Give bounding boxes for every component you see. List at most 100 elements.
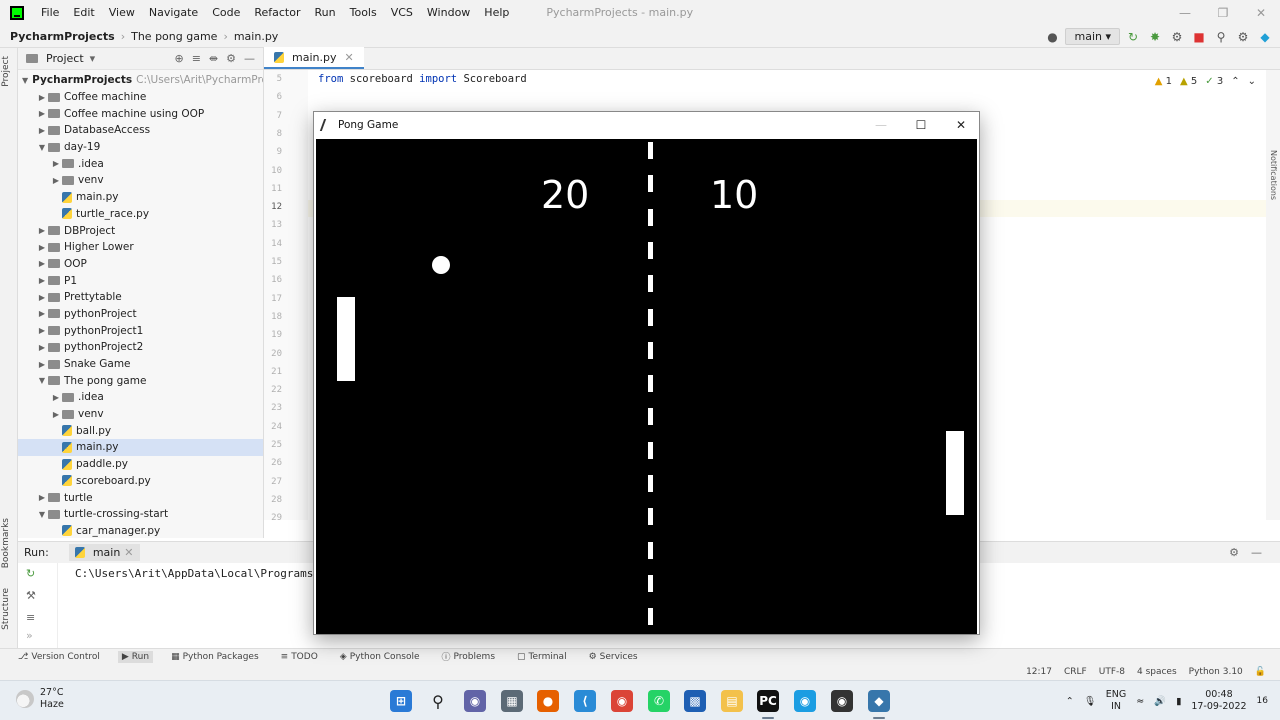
- obs-icon[interactable]: ◉: [831, 690, 853, 712]
- python-icon[interactable]: ◆: [868, 690, 890, 712]
- project-tool-label[interactable]: Project: [1, 56, 11, 87]
- menu-view[interactable]: View: [102, 6, 142, 19]
- menu-help[interactable]: Help: [477, 6, 516, 19]
- tree-item[interactable]: ▶ DBProject: [18, 222, 263, 239]
- menu-tools[interactable]: Tools: [343, 6, 384, 19]
- tree-item[interactable]: ▶ pythonProject1: [18, 322, 263, 339]
- microphone-icon[interactable]: 🎙: [1084, 696, 1096, 707]
- tree-item[interactable]: ▶ pythonProject: [18, 306, 263, 323]
- tree-item[interactable]: car_manager.py: [18, 523, 263, 538]
- menu-code[interactable]: Code: [205, 6, 247, 19]
- tool-problems[interactable]: ⓘ Problems: [438, 649, 500, 664]
- pong-canvas[interactable]: 20 10: [316, 139, 977, 634]
- tree-item[interactable]: ▼ day-19: [18, 139, 263, 156]
- chevron-right-icon[interactable]: ▶: [36, 93, 48, 102]
- chevron-right-icon[interactable]: ▶: [50, 159, 62, 168]
- minimize-icon[interactable]: —: [861, 112, 901, 137]
- chevron-right-icon[interactable]: ▶: [36, 126, 48, 135]
- chevron-right-icon[interactable]: ▶: [36, 243, 48, 252]
- chevron-down-icon[interactable]: ⌄: [1248, 76, 1256, 87]
- chevron-right-icon[interactable]: ▶: [36, 360, 48, 369]
- tree-item[interactable]: turtle_race.py: [18, 206, 263, 223]
- chevron-down-icon[interactable]: ▾: [90, 52, 96, 65]
- coverage-icon[interactable]: ⚙: [1168, 28, 1186, 46]
- locate-icon[interactable]: ⊕: [174, 52, 183, 65]
- minimize-icon[interactable]: —: [1166, 0, 1204, 25]
- search-icon[interactable]: ⚲: [1212, 28, 1230, 46]
- rerun-icon[interactable]: ↻: [1124, 28, 1142, 46]
- chevron-right-icon[interactable]: ▶: [50, 393, 62, 402]
- pycharm-icon[interactable]: PC: [757, 690, 779, 712]
- whatsapp-icon[interactable]: ✆: [648, 690, 670, 712]
- hide-icon[interactable]: —: [1251, 546, 1262, 559]
- tree-item[interactable]: ▶ OOP: [18, 256, 263, 273]
- close-icon[interactable]: ✕: [1242, 0, 1280, 25]
- notifications-tool-label[interactable]: Notifications: [1269, 150, 1278, 200]
- chevron-up-icon[interactable]: ⌃: [1066, 696, 1074, 707]
- tree-item[interactable]: ▼ turtle-crossing-start: [18, 506, 263, 523]
- tree-item[interactable]: ▶ DatabaseAccess: [18, 122, 263, 139]
- tool-run[interactable]: ▶ Run: [117, 650, 154, 663]
- menu-edit[interactable]: Edit: [66, 6, 101, 19]
- project-panel-title[interactable]: Project: [46, 52, 84, 65]
- weather-widget[interactable]: 27°C Haze: [16, 687, 64, 711]
- chevron-right-icon[interactable]: ▶: [36, 226, 48, 235]
- chevron-right-icon[interactable]: ▶: [36, 276, 48, 285]
- battery-icon[interactable]: ▮: [1176, 696, 1181, 707]
- clock[interactable]: 00:48 17-09-2022: [1191, 689, 1246, 713]
- volume-icon[interactable]: 🔊: [1154, 696, 1166, 707]
- bookmarks-tool-label[interactable]: Bookmarks: [1, 518, 11, 568]
- tool-python-packages[interactable]: ▦ Python Packages: [167, 651, 263, 663]
- tree-item[interactable]: main.py: [18, 439, 263, 456]
- chevron-right-icon[interactable]: ▶: [36, 259, 48, 268]
- pong-window[interactable]: Pong Game — ☐ ✕ 20 10: [313, 111, 980, 635]
- breadcrumb-file[interactable]: main.py: [228, 30, 284, 43]
- tree-item[interactable]: ▶ P1: [18, 272, 263, 289]
- tool-terminal[interactable]: ▢ Terminal: [513, 651, 571, 663]
- wrench-icon[interactable]: ⚒: [26, 589, 36, 602]
- language-indicator[interactable]: ENG IN: [1106, 689, 1126, 713]
- collapse-all-icon[interactable]: ⇼: [209, 52, 218, 65]
- chevron-right-icon[interactable]: ▶: [36, 493, 48, 502]
- edge-icon[interactable]: ◉: [794, 690, 816, 712]
- tree-item[interactable]: ▶ Coffee machine using OOP: [18, 105, 263, 122]
- tab-main-py[interactable]: main.py ✕: [264, 47, 364, 69]
- vscode-icon[interactable]: ⟨: [574, 690, 596, 712]
- rerun-icon[interactable]: ↻: [26, 567, 35, 580]
- start-icon[interactable]: ⊞: [390, 690, 412, 712]
- chevron-down-icon[interactable]: ▼: [36, 510, 48, 519]
- tree-item[interactable]: ▶ .idea: [18, 155, 263, 172]
- chevron-down-icon[interactable]: ▼: [36, 376, 48, 385]
- tree-item[interactable]: ▶ venv: [18, 172, 263, 189]
- tool-version-control[interactable]: ⎇ Version Control: [14, 651, 104, 663]
- tree-item[interactable]: main.py: [18, 189, 263, 206]
- breadcrumb-project[interactable]: PycharmProjects: [0, 30, 121, 43]
- run-config-selector[interactable]: main ▾: [1065, 28, 1120, 45]
- gear-icon[interactable]: ⚙: [1229, 546, 1239, 559]
- tree-item[interactable]: ▶ Higher Lower: [18, 239, 263, 256]
- widgets-icon[interactable]: ▦: [501, 690, 523, 712]
- maximize-icon[interactable]: ☐: [901, 112, 941, 137]
- tree-item[interactable]: ▶ Prettytable: [18, 289, 263, 306]
- wifi-icon[interactable]: ≈: [1136, 696, 1144, 707]
- chevron-right-icon[interactable]: ▶: [50, 176, 62, 185]
- close-icon[interactable]: ✕: [941, 112, 981, 137]
- tree-item[interactable]: ▶ .idea: [18, 389, 263, 406]
- store-icon[interactable]: ▩: [684, 690, 706, 712]
- tool-python-console[interactable]: ◈ Python Console: [336, 651, 424, 663]
- file-explorer-icon[interactable]: ▤: [721, 690, 743, 712]
- chevron-down-icon[interactable]: ▼: [36, 143, 48, 152]
- user-icon[interactable]: ●: [1043, 28, 1061, 46]
- python-interpreter[interactable]: Python 3.10: [1189, 667, 1243, 677]
- lock-icon[interactable]: 🔓: [1255, 667, 1266, 677]
- tree-item[interactable]: ▶ Coffee machine: [18, 89, 263, 106]
- tree-item[interactable]: ▶ turtle: [18, 489, 263, 506]
- tree-item[interactable]: paddle.py: [18, 456, 263, 473]
- menu-window[interactable]: Window: [420, 6, 477, 19]
- more-icon[interactable]: »: [26, 629, 33, 642]
- chevron-down-icon[interactable]: ▼: [22, 76, 28, 85]
- close-icon[interactable]: ✕: [124, 546, 133, 559]
- close-icon[interactable]: ✕: [344, 51, 353, 64]
- indent-setting[interactable]: 4 spaces: [1137, 667, 1177, 677]
- tree-item[interactable]: ▶ Snake Game: [18, 356, 263, 373]
